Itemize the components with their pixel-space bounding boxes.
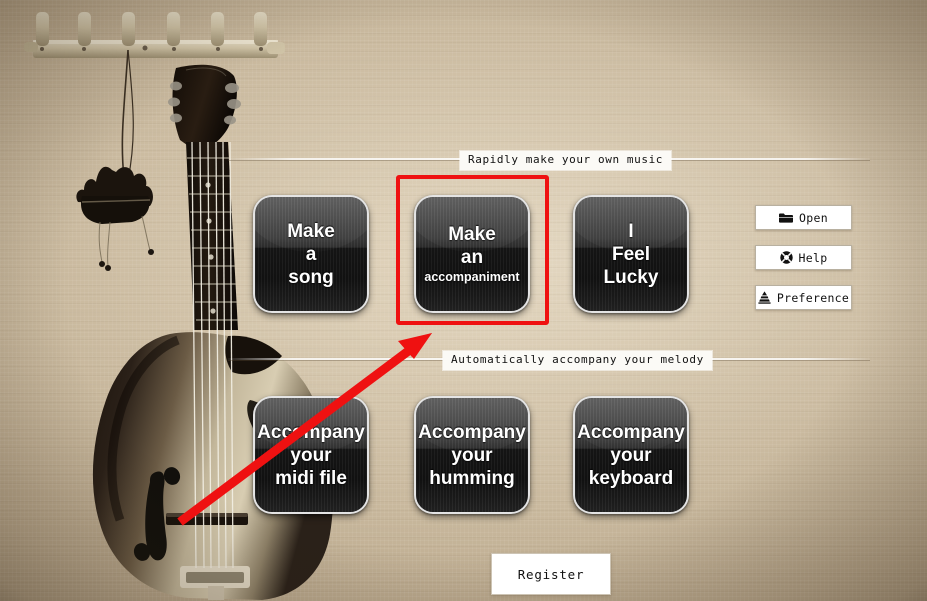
open-button[interactable]: Open	[755, 205, 852, 230]
tile-line-3: Lucky	[603, 266, 659, 288]
lifebuoy-icon	[779, 251, 793, 264]
folder-open-icon	[779, 212, 794, 223]
tile-label-midi-file: Accompany your midi file	[255, 398, 367, 512]
tile-line-3: humming	[429, 467, 515, 489]
tile-line-1: Make	[287, 220, 335, 242]
help-button[interactable]: Help	[755, 245, 852, 270]
tile-label-humming: Accompany your humming	[416, 398, 528, 512]
application-window: Rapidly make your own music Make a song …	[0, 0, 927, 601]
section-header-make-music: Rapidly make your own music	[460, 151, 672, 170]
tile-label-i-feel-lucky: I Feel Lucky	[575, 197, 687, 311]
tile-i-feel-lucky[interactable]: I Feel Lucky	[573, 195, 689, 313]
tile-label-keyboard: Accompany your keyboard	[575, 398, 687, 512]
tile-line-3: midi file	[275, 467, 347, 489]
tile-line-2: your	[290, 444, 332, 466]
tile-label-make-a-song: Make a song	[255, 197, 367, 311]
tile-line-2: your	[451, 444, 493, 466]
tile-make-a-song[interactable]: Make a song	[253, 195, 369, 313]
tile-line-3: accompaniment	[424, 269, 520, 284]
tile-line-2: a	[305, 243, 317, 265]
tile-line-1: Accompany	[577, 421, 685, 443]
register-button-label: Register	[517, 566, 585, 582]
cone-stack-icon	[758, 291, 771, 304]
preference-button[interactable]: Preference	[755, 285, 852, 310]
tile-line-1: I	[628, 220, 634, 242]
tile-line-3: keyboard	[588, 467, 674, 489]
preference-button-label: Preference	[776, 290, 850, 305]
tile-accompany-your-humming[interactable]: Accompany your humming	[414, 396, 530, 514]
open-button-label: Open	[799, 210, 828, 225]
tile-line-1: Accompany	[418, 421, 526, 443]
tile-line-2: an	[460, 246, 484, 268]
tile-line-3: song	[288, 266, 334, 288]
section-header-auto-accompany: Automatically accompany your melody	[443, 351, 712, 370]
tile-accompany-your-midi-file[interactable]: Accompany your midi file	[253, 396, 369, 514]
tile-line-2: Feel	[611, 243, 651, 265]
tile-line-1: Accompany	[257, 421, 365, 443]
tile-make-an-accompaniment[interactable]: Make an accompaniment	[414, 195, 530, 313]
tile-line-1: Make	[448, 223, 496, 245]
tile-accompany-your-keyboard[interactable]: Accompany your keyboard	[573, 396, 689, 514]
register-button[interactable]: Register	[491, 553, 611, 595]
help-button-label: Help	[798, 250, 828, 265]
tile-label-make-an-accompaniment: Make an accompaniment	[416, 197, 528, 311]
tile-line-2: your	[610, 444, 652, 466]
